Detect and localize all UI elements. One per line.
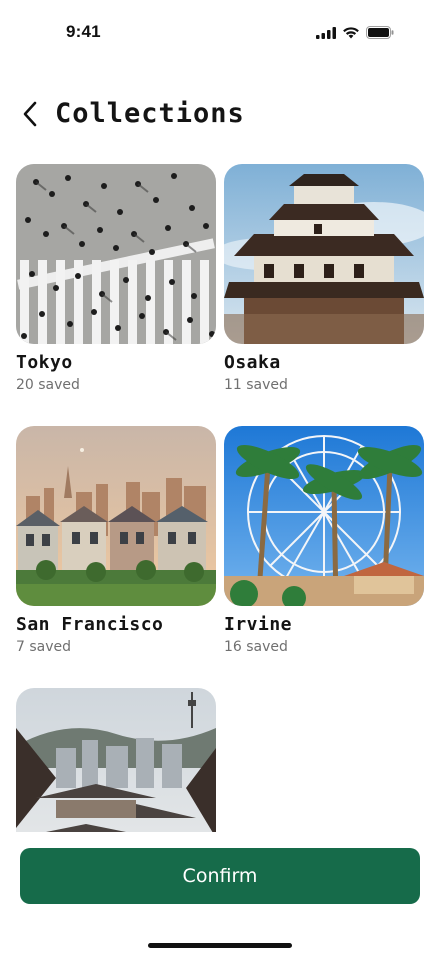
collection-thumbnail xyxy=(16,426,216,606)
collection-card-osaka[interactable]: Osaka 11 saved xyxy=(224,164,424,393)
back-button[interactable] xyxy=(14,100,46,132)
wifi-icon xyxy=(342,24,360,43)
collection-saved-count: 16 saved xyxy=(224,639,288,655)
confirm-button[interactable]: Confirm xyxy=(20,848,420,904)
chevron-left-icon xyxy=(21,100,39,132)
collection-card-irvine[interactable]: Irvine 16 saved xyxy=(224,426,424,655)
collection-card-tokyo[interactable]: Tokyo 20 saved xyxy=(16,164,216,393)
signal-icon xyxy=(316,24,336,43)
collection-name: Tokyo xyxy=(16,352,73,373)
collection-thumbnail xyxy=(16,164,216,344)
collection-saved-count: 11 saved xyxy=(224,377,288,393)
status-time: 9:41 xyxy=(66,22,101,41)
collection-thumbnail xyxy=(224,164,424,344)
status-icons xyxy=(316,24,394,43)
collection-card-seoul[interactable] xyxy=(16,688,216,832)
home-indicator xyxy=(148,943,292,948)
collection-saved-count: 7 saved xyxy=(16,639,72,655)
collection-thumbnail xyxy=(224,426,424,606)
battery-icon xyxy=(366,24,394,43)
collection-thumbnail xyxy=(16,688,216,832)
collection-saved-count: 20 saved xyxy=(16,377,80,393)
header: Collections xyxy=(0,92,440,140)
collection-name: Irvine xyxy=(224,614,293,635)
status-bar: 9:41 xyxy=(0,0,440,60)
collection-name: San Francisco xyxy=(16,614,164,635)
collections-grid: Tokyo 20 saved Osaka 11 saved San Franci… xyxy=(16,164,424,832)
collection-name: Osaka xyxy=(224,352,281,373)
page-title: Collections xyxy=(55,98,245,129)
collection-card-san-francisco[interactable]: San Francisco 7 saved xyxy=(16,426,216,655)
